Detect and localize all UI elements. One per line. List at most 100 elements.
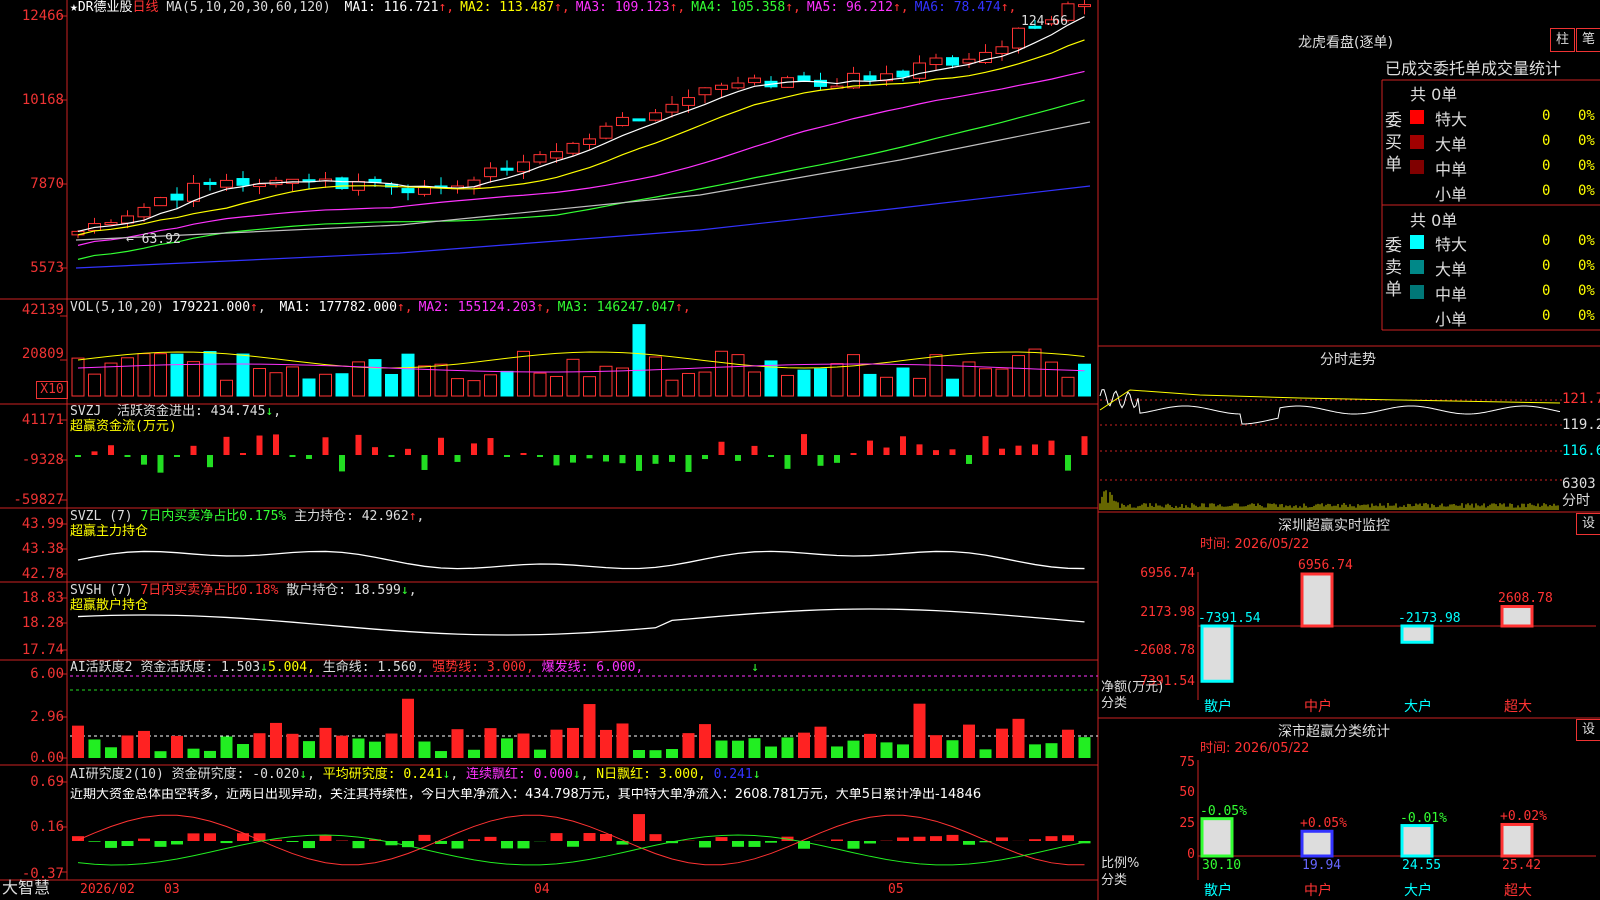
szjk-settings-button[interactable]: 设 xyxy=(1576,513,1600,535)
candle[interactable] xyxy=(533,151,547,165)
candle[interactable] xyxy=(566,141,580,156)
candle[interactable] xyxy=(698,87,712,104)
pen-mode-button[interactable]: 笔 xyxy=(1576,28,1600,52)
fltj-settings-button[interactable]: 设 xyxy=(1576,719,1600,741)
volume-bar[interactable] xyxy=(748,371,761,397)
candle[interactable] xyxy=(863,71,877,85)
candle[interactable] xyxy=(170,187,184,209)
candle[interactable] xyxy=(319,171,332,188)
volume-bar[interactable] xyxy=(764,360,778,397)
volume-bar[interactable] xyxy=(286,366,299,397)
candle[interactable] xyxy=(995,40,1009,61)
candle[interactable] xyxy=(731,76,745,90)
volume-bar[interactable] xyxy=(154,353,167,397)
candle[interactable] xyxy=(583,133,596,150)
volume-bar[interactable] xyxy=(1078,363,1091,397)
candle[interactable] xyxy=(500,160,514,176)
candle[interactable] xyxy=(236,171,250,192)
volume-bar[interactable] xyxy=(137,353,151,397)
volume-bar[interactable] xyxy=(814,368,827,397)
volume-bar[interactable] xyxy=(1045,361,1058,397)
volume-bar[interactable] xyxy=(71,357,85,397)
volume-bar[interactable] xyxy=(335,373,349,397)
volume-bar[interactable] xyxy=(236,353,250,397)
period-label[interactable]: 日线 xyxy=(132,0,158,15)
volume-bar[interactable] xyxy=(88,373,101,397)
volume-bar[interactable] xyxy=(616,367,629,397)
candle[interactable] xyxy=(599,122,613,140)
volume-bar[interactable] xyxy=(682,372,695,397)
volume-bar[interactable] xyxy=(467,380,481,397)
volume-bar[interactable] xyxy=(385,373,398,397)
candle[interactable] xyxy=(352,173,365,196)
candle[interactable] xyxy=(764,76,778,89)
volume-bar[interactable] xyxy=(104,362,118,397)
volume-bar[interactable] xyxy=(962,361,976,397)
volume-bar[interactable] xyxy=(847,354,860,397)
candle[interactable] xyxy=(649,109,662,122)
volume-bar[interactable] xyxy=(946,378,959,397)
volume-bar[interactable] xyxy=(451,378,464,397)
candle[interactable] xyxy=(203,178,217,191)
volume-bar[interactable] xyxy=(500,370,514,397)
kline-chart-canvas[interactable] xyxy=(0,0,1600,900)
candle[interactable] xyxy=(929,53,943,70)
volume-bar[interactable] xyxy=(401,353,415,397)
volume-bar[interactable] xyxy=(1012,355,1025,397)
candle[interactable] xyxy=(896,69,910,82)
volume-bar[interactable] xyxy=(203,351,217,397)
volume-bar[interactable] xyxy=(913,377,926,397)
candle[interactable] xyxy=(335,176,349,190)
volume-bar[interactable] xyxy=(979,368,992,397)
candle[interactable] xyxy=(484,162,497,183)
volume-bar[interactable] xyxy=(665,379,679,397)
stock-name[interactable]: ★DR德业股 xyxy=(70,0,132,15)
candle[interactable] xyxy=(880,65,893,87)
volume-bar[interactable] xyxy=(896,367,910,397)
volume-bar[interactable] xyxy=(1028,348,1042,397)
volume-bar[interactable] xyxy=(418,365,431,397)
volume-bar[interactable] xyxy=(484,374,497,397)
volume-bar[interactable] xyxy=(830,363,844,397)
candle[interactable] xyxy=(715,82,728,98)
volume-bar[interactable] xyxy=(583,376,596,397)
volume-bar[interactable] xyxy=(929,354,943,397)
volume-bar[interactable] xyxy=(170,353,184,397)
volume-bar[interactable] xyxy=(517,350,530,397)
candle[interactable] xyxy=(451,180,464,194)
volume-bar[interactable] xyxy=(368,359,382,397)
volume-bar[interactable] xyxy=(220,379,233,397)
candle[interactable] xyxy=(632,118,646,122)
candle[interactable] xyxy=(616,112,629,127)
volume-bar[interactable] xyxy=(863,373,877,397)
candle[interactable] xyxy=(797,71,811,82)
volume-bar[interactable] xyxy=(715,350,728,397)
volume-bar[interactable] xyxy=(533,372,547,397)
volume-bar[interactable] xyxy=(253,368,266,397)
volume-bar[interactable] xyxy=(187,361,200,397)
candle[interactable] xyxy=(137,203,151,222)
volume-bar[interactable] xyxy=(781,374,794,397)
bar-mode-button[interactable]: 柱 xyxy=(1550,28,1575,52)
candle[interactable] xyxy=(154,196,167,207)
candle[interactable] xyxy=(434,177,448,195)
volume-bar[interactable] xyxy=(434,363,448,397)
candle[interactable] xyxy=(253,178,266,195)
volume-bar[interactable] xyxy=(566,358,580,397)
candle[interactable] xyxy=(913,55,926,84)
candle[interactable] xyxy=(517,154,530,180)
candle[interactable] xyxy=(748,74,761,86)
volume-bar[interactable] xyxy=(302,378,316,397)
volume-bar[interactable] xyxy=(121,357,134,397)
volume-bar[interactable] xyxy=(632,324,646,397)
volume-bar[interactable] xyxy=(731,354,745,397)
volume-bar[interactable] xyxy=(797,369,811,397)
candle[interactable] xyxy=(418,180,431,197)
volume-bar[interactable] xyxy=(269,372,283,397)
volume-bar[interactable] xyxy=(1061,376,1075,397)
volume-bar[interactable] xyxy=(698,371,712,397)
volume-bar[interactable] xyxy=(550,375,563,397)
candle[interactable] xyxy=(1012,27,1025,54)
volume-bar[interactable] xyxy=(995,368,1009,397)
volume-bar[interactable] xyxy=(880,376,893,397)
